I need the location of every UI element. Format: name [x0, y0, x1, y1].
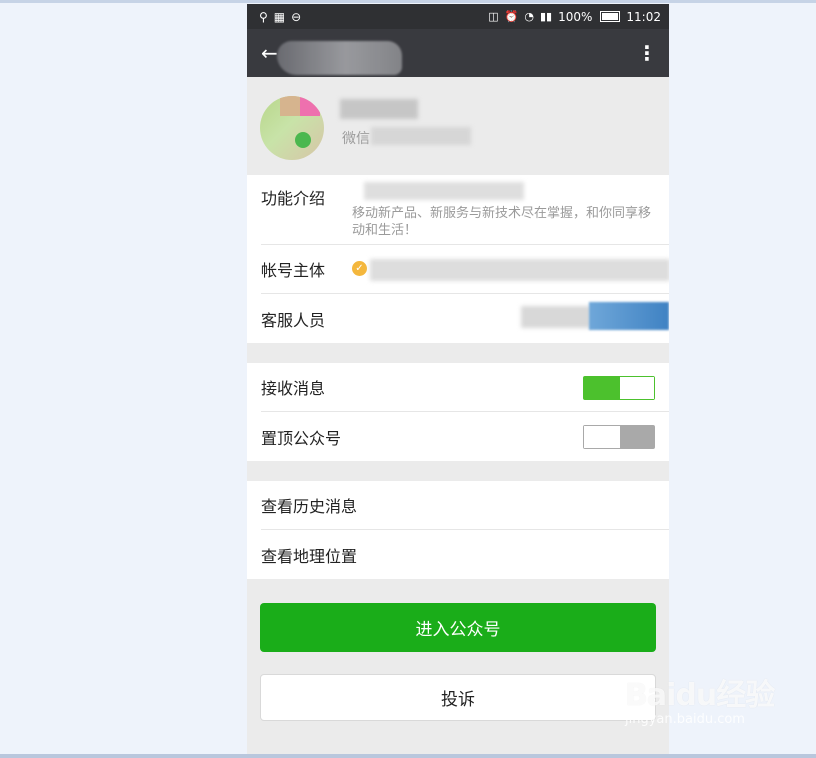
frame-top-border: [0, 0, 816, 3]
receive-messages-label: 接收消息: [261, 379, 326, 398]
silent-icon: ◫: [488, 10, 499, 23]
function-intro-text: 移动新产品、新服务与新技术尽在掌握，和你同享移动和生活！: [352, 206, 652, 238]
account-entity-row[interactable]: 帐号主体 ✓: [261, 245, 669, 294]
settings-group: 接收消息 置顶公众号: [247, 363, 669, 461]
battery-percent: 100%: [558, 9, 593, 24]
status-time: 11:02: [626, 9, 661, 24]
pin-account-row: 置顶公众号: [261, 412, 669, 461]
status-left: ⚲ ▦ ⊖: [259, 10, 301, 24]
customer-service-redacted-image: [589, 302, 669, 330]
info-group: 功能介绍 移动新产品、新服务与新技术尽在掌握，和你同享移动和生活！ 帐号主体 ✓…: [247, 175, 669, 343]
account-entity-redacted: [370, 259, 669, 281]
customer-service-redacted-text: [521, 306, 591, 328]
section-gap: [247, 343, 669, 363]
avatar-badge: [295, 132, 311, 148]
status-right: ◫ ⏰ ◔ ▮▮ 100% 11:02: [488, 10, 661, 24]
enter-official-account-button[interactable]: 进入公众号: [260, 603, 656, 652]
frame-bottom-border: [0, 754, 816, 758]
customer-service-row[interactable]: 客服人员: [261, 294, 669, 343]
avatar: [260, 96, 324, 160]
links-group: 查看历史消息 查看地理位置: [247, 481, 669, 579]
wechat-id-redacted: [371, 127, 471, 145]
function-intro-label: 功能介绍: [261, 189, 326, 208]
function-intro-redacted: [364, 182, 524, 200]
signal-icon: ▮▮: [539, 10, 553, 23]
view-location-row[interactable]: 查看地理位置: [261, 530, 669, 579]
customer-service-label: 客服人员: [261, 310, 326, 330]
grid-icon: ▦: [273, 9, 286, 24]
report-button[interactable]: 投诉: [260, 674, 656, 721]
view-history-row[interactable]: 查看历史消息: [261, 481, 669, 530]
pin-account-label: 置顶公众号: [261, 428, 342, 448]
phone-screen: ⚲ ▦ ⊖ ◫ ⏰ ◔ ▮▮ 100% 11:02 ← ⋮ 微信 功能介绍 移动…: [247, 4, 669, 754]
wechat-id-label: 微信: [342, 131, 370, 147]
verified-icon: ✓: [352, 261, 367, 276]
view-history-label: 查看历史消息: [261, 497, 358, 516]
view-location-label: 查看地理位置: [261, 546, 358, 566]
alarm-icon: ⏰: [504, 10, 519, 23]
section-gap: [247, 461, 669, 481]
battery-icon: [600, 11, 621, 22]
back-arrow-icon[interactable]: ←: [261, 43, 278, 63]
status-bar: ⚲ ▦ ⊖ ◫ ⏰ ◔ ▮▮ 100% 11:02: [247, 4, 669, 29]
profile-header: 微信: [247, 77, 669, 175]
pin-account-toggle[interactable]: [583, 425, 655, 449]
function-intro-content: 移动新产品、新服务与新技术尽在掌握，和你同享移动和生活！: [352, 182, 652, 239]
account-entity-label: 帐号主体: [261, 261, 326, 280]
receive-messages-toggle[interactable]: [583, 376, 655, 400]
minus-circle-icon: ⊖: [291, 9, 302, 24]
function-intro-row: 功能介绍 移动新产品、新服务与新技术尽在掌握，和你同享移动和生活！: [261, 175, 669, 245]
wifi-icon: ◔: [524, 10, 534, 23]
title-redacted: [277, 41, 402, 75]
account-name-redacted: [340, 99, 418, 119]
usb-icon: ⚲: [259, 9, 268, 24]
receive-messages-row: 接收消息: [261, 363, 669, 412]
more-vertical-icon[interactable]: ⋮: [637, 43, 657, 63]
